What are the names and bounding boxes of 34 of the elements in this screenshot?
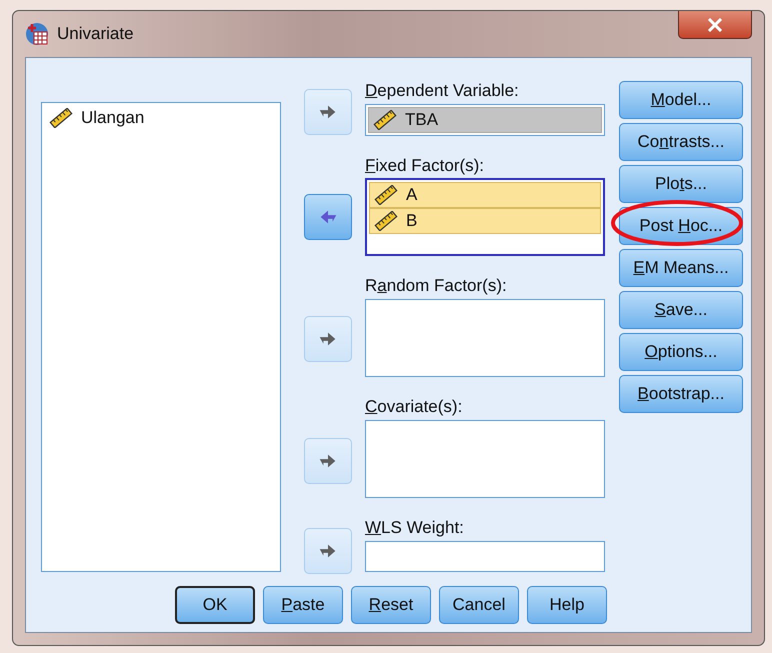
move-arrow-button[interactable]	[304, 194, 352, 240]
dialog-button[interactable]: EM Means...	[619, 249, 743, 287]
list-field[interactable]: A B	[365, 178, 605, 256]
dialog-button[interactable]: Reset	[351, 586, 431, 624]
list-field[interactable]	[365, 420, 605, 498]
dialog-button[interactable]: Save...	[619, 291, 743, 329]
move-arrow-button[interactable]	[304, 528, 352, 574]
dialog-button[interactable]: Bootstrap...	[619, 375, 743, 413]
field-label: Dependent Variable:	[365, 81, 520, 102]
close-button[interactable]	[678, 11, 752, 39]
dialog-button[interactable]: Contrasts...	[619, 123, 743, 161]
list-field[interactable]	[365, 298, 605, 378]
field-label: WLS Weight:	[365, 518, 465, 540]
list-field[interactable]	[365, 540, 605, 572]
move-arrow-button[interactable]	[304, 438, 352, 484]
field-label: Fixed Factor(s):	[365, 156, 486, 176]
close-icon	[707, 18, 723, 32]
move-arrow-button[interactable]	[304, 89, 352, 135]
dialog-button[interactable]: Options...	[619, 333, 743, 371]
app-icon	[25, 22, 49, 46]
dialog-button[interactable]: Model...	[619, 81, 743, 119]
dialog-button[interactable]: Help	[527, 586, 607, 624]
dialog-button[interactable]: Plots...	[619, 165, 743, 203]
dialog-button[interactable]: Paste	[263, 586, 343, 624]
field-label: Random Factor(s):	[365, 276, 508, 298]
window-title: Univariate	[57, 24, 134, 44]
list-item[interactable]: Ulangan	[44, 105, 278, 131]
field-label: Covariate(s):	[365, 397, 464, 418]
list-item[interactable]: A	[369, 182, 601, 208]
dialog-button[interactable]: Cancel	[439, 586, 519, 624]
list-item[interactable]: B	[369, 208, 601, 234]
variable-list[interactable]: Ulangan	[41, 102, 281, 572]
move-arrow-button[interactable]	[304, 316, 352, 362]
dialog-button[interactable]: OK	[175, 586, 255, 624]
